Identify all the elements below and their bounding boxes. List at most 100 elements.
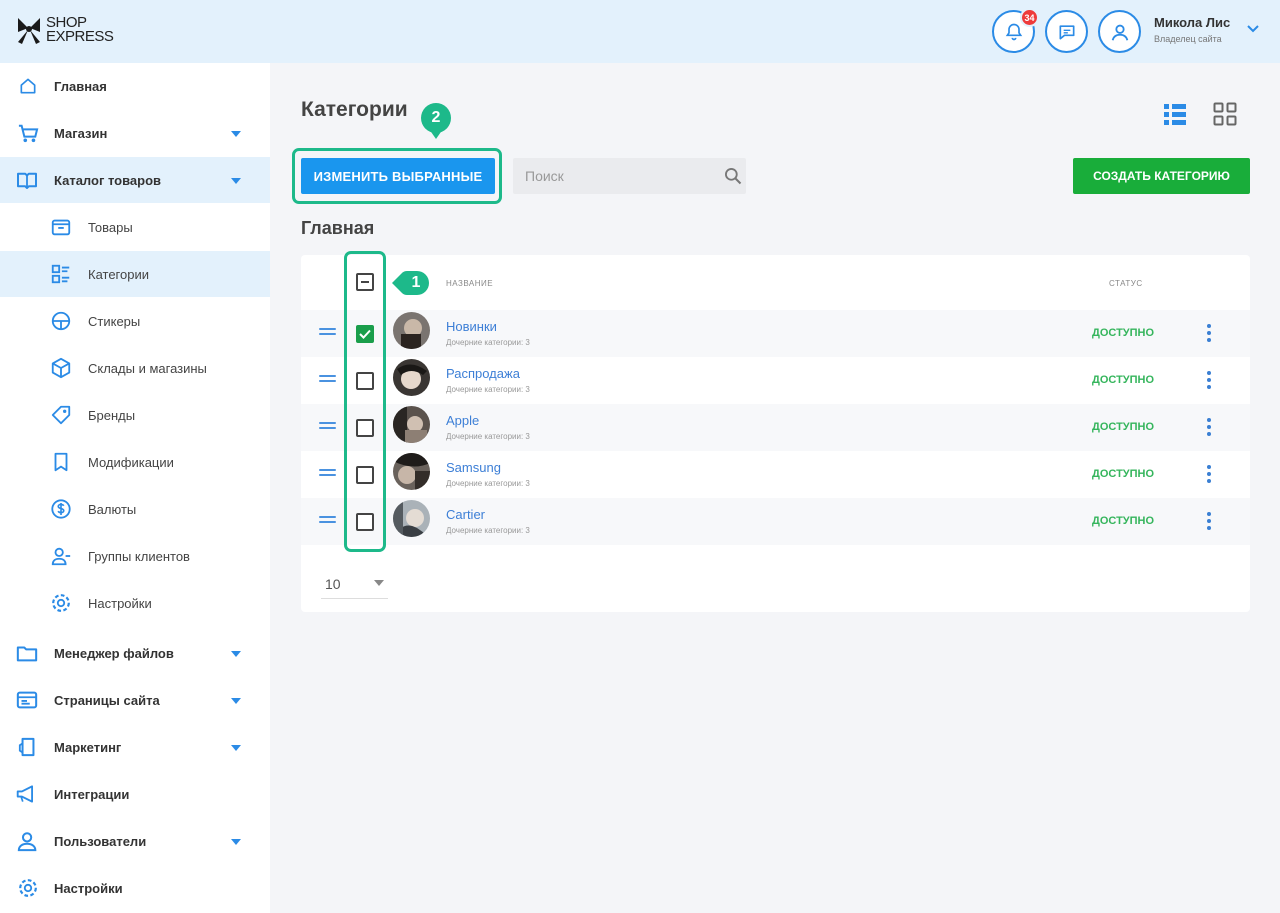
- sidebar-item-catalog-settings[interactable]: Настройки: [0, 580, 270, 626]
- row-subtitle: Дочерние категории: 3: [446, 385, 530, 394]
- home-icon: [17, 75, 39, 97]
- grid-view-icon[interactable]: [1213, 102, 1237, 126]
- status-badge: ДОСТУПНО: [1092, 515, 1155, 527]
- sidebar-item-client-groups[interactable]: Группы клиентов: [0, 533, 270, 579]
- sidebar-item-marketing[interactable]: Маркетинг: [0, 724, 270, 770]
- highlight-frame-checkboxes: [344, 251, 386, 552]
- warehouse-icon: [50, 357, 72, 379]
- sidebar-item-catalog[interactable]: Каталог товаров: [0, 157, 270, 203]
- status-badge: ДОСТУПНО: [1092, 327, 1155, 339]
- top-bar: SHOP EXPRESS 34 Микола Лис Владелец сайт…: [0, 0, 1280, 63]
- row-subtitle: Дочерние категории: 3: [446, 526, 530, 535]
- row-name[interactable]: Cartier: [446, 507, 485, 522]
- sidebar-item-shop[interactable]: Магазин: [0, 110, 270, 156]
- sidebar-item-label: Страницы сайта: [54, 692, 160, 708]
- column-header-status[interactable]: СТАТУС: [1109, 279, 1143, 288]
- drag-handle-icon[interactable]: [319, 328, 336, 338]
- sidebar-item-stickers[interactable]: Стикеры: [0, 298, 270, 344]
- status-badge: ДОСТУПНО: [1092, 421, 1155, 433]
- row-name[interactable]: Apple: [446, 413, 479, 428]
- sidebar-item-label: Каталог товаров: [54, 172, 162, 188]
- user-icon: [1111, 24, 1128, 41]
- chevron-down-icon[interactable]: [1246, 24, 1260, 34]
- user-name[interactable]: Микола Лис: [1154, 15, 1230, 30]
- status-badge: ДОСТУПНО: [1092, 468, 1155, 480]
- sidebar-item-label: Стикеры: [88, 313, 141, 329]
- column-header-name[interactable]: НАЗВАНИЕ: [446, 279, 493, 288]
- sidebar-item-label: Главная: [54, 78, 107, 94]
- sidebar-item-site-pages[interactable]: Страницы сайта: [0, 677, 270, 723]
- sidebar-item-label: Маркетинг: [54, 739, 122, 755]
- row-name[interactable]: Samsung: [446, 460, 501, 475]
- page-icon: [16, 689, 38, 711]
- search-input[interactable]: [513, 158, 713, 194]
- sidebar-item-label: Товары: [88, 219, 133, 235]
- row-menu-icon[interactable]: [1205, 324, 1213, 342]
- sidebar-item-label: Группы клиентов: [88, 548, 190, 564]
- sidebar-item-settings[interactable]: Настройки: [0, 865, 270, 911]
- drag-handle-icon[interactable]: [319, 469, 336, 479]
- sidebar-item-products[interactable]: Товары: [0, 204, 270, 250]
- list-view-icon[interactable]: [1163, 102, 1187, 126]
- status-badge: ДОСТУПНО: [1092, 374, 1155, 386]
- notifications-badge: 34: [1020, 8, 1039, 27]
- row-menu-icon[interactable]: [1205, 512, 1213, 530]
- chevron-down-icon[interactable]: [374, 580, 384, 586]
- chevron-down-icon: [231, 839, 241, 845]
- page-title: Категории: [301, 98, 408, 121]
- sidebar-item-label: Магазин: [54, 125, 108, 141]
- drag-handle-icon[interactable]: [319, 516, 336, 526]
- gear-icon: [17, 877, 39, 899]
- sidebar-item-label: Бренды: [88, 407, 136, 423]
- sidebar-item-categories[interactable]: Категории: [0, 251, 270, 297]
- avatar: [393, 359, 430, 396]
- row-name[interactable]: Новинки: [446, 319, 497, 334]
- per-page-select[interactable]: 10: [325, 576, 341, 592]
- avatar: [393, 406, 430, 443]
- folder-icon: [16, 642, 38, 664]
- bell-icon: [1005, 23, 1022, 40]
- sidebar-item-label: Категории: [88, 266, 149, 282]
- sidebar-item-home[interactable]: Главная: [0, 63, 270, 109]
- sidebar-item-modifications[interactable]: Модификации: [0, 439, 270, 485]
- sidebar-item-integrations[interactable]: Интеграции: [0, 771, 270, 817]
- section-title: Главная: [301, 218, 375, 238]
- row-menu-icon[interactable]: [1205, 371, 1213, 389]
- row-menu-icon[interactable]: [1205, 465, 1213, 483]
- row-menu-icon[interactable]: [1205, 418, 1213, 436]
- sidebar-item-warehouses[interactable]: Склады и магазины: [0, 345, 270, 391]
- per-page-underline: [321, 598, 388, 599]
- logo-text: SHOP EXPRESS: [46, 15, 114, 44]
- sidebar-item-label: Модификации: [88, 454, 174, 470]
- box-icon: [50, 216, 72, 238]
- row-subtitle: Дочерние категории: 3: [446, 479, 530, 488]
- sidebar-item-label: Настройки: [54, 880, 123, 896]
- sidebar-item-users[interactable]: Пользователи: [0, 818, 270, 864]
- tag-icon: [50, 404, 72, 426]
- row-name[interactable]: Распродажа: [446, 366, 520, 381]
- sidebar-item-file-manager[interactable]: Менеджер файлов: [0, 630, 270, 676]
- profile-button[interactable]: [1098, 10, 1141, 53]
- notifications-button[interactable]: 34: [992, 8, 1039, 53]
- search-icon[interactable]: [723, 166, 743, 186]
- drag-handle-icon[interactable]: [319, 375, 336, 385]
- sidebar-item-label: Интеграции: [54, 786, 130, 802]
- marker-pointer-icon: [429, 129, 443, 139]
- sticker-icon: [50, 310, 72, 332]
- avatar: [393, 312, 430, 349]
- chevron-down-icon: [231, 651, 241, 657]
- create-category-button[interactable]: СОЗДАТЬ КАТЕГОРИЮ: [1073, 158, 1250, 194]
- logo-mark-icon: [14, 14, 44, 46]
- drag-handle-icon[interactable]: [319, 422, 336, 432]
- row-subtitle: Дочерние категории: 3: [446, 338, 530, 347]
- edit-selected-button[interactable]: ИЗМЕНИТЬ ВЫБРАННЫЕ: [301, 158, 495, 194]
- sidebar-item-currencies[interactable]: Валюты: [0, 486, 270, 532]
- chevron-down-icon: [231, 178, 241, 184]
- logo[interactable]: SHOP EXPRESS: [14, 14, 114, 46]
- sidebar-item-brands[interactable]: Бренды: [0, 392, 270, 438]
- chat-button[interactable]: [1045, 10, 1088, 53]
- user-icon: [17, 830, 39, 852]
- book-icon: [16, 169, 38, 191]
- chevron-down-icon: [231, 698, 241, 704]
- sidebar-item-label: Валюты: [88, 501, 137, 517]
